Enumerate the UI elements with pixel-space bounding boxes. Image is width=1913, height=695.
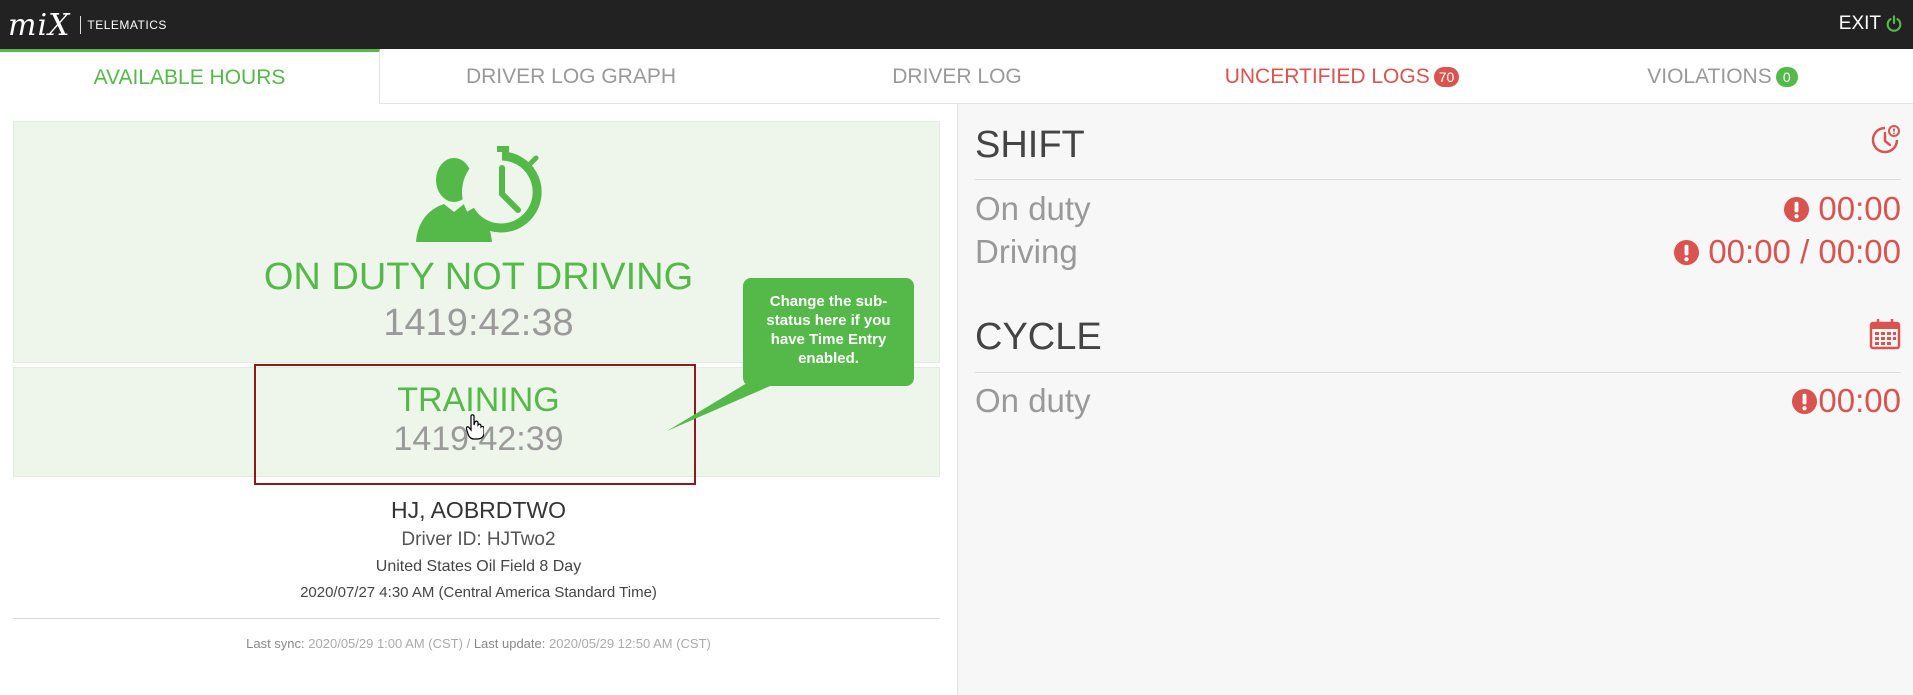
last-update-label: Last update: [473,636,546,651]
tab-driver-log[interactable]: DRIVER LOG [762,49,1152,104]
logo-separator [80,16,82,34]
last-sync-label: Last sync: [246,636,305,651]
exclamation-circle-icon [1674,239,1700,265]
exit-button[interactable]: EXIT [1839,13,1903,35]
uncertified-count-badge: 70 [1433,66,1460,87]
hours-summary-panel: SHIFT On duty 00:00 Driving 00:00 / 00:0… [957,104,1913,695]
shift-on-duty-value: 00:00 [1783,190,1901,228]
driver-ruleset: United States Oil Field 8 Day [375,558,582,575]
cycle-title: CYCLE [975,316,1102,358]
cycle-on-duty-value: 00:00 [1791,382,1901,420]
logo-text: TELEMATICS [87,18,167,32]
last-update-value: 2020/05/29 12:50 AM (CST) [549,636,711,651]
driver-datetime: 2020/07/27 4:30 AM (Central America Stan… [300,584,657,601]
mix-logo: miX TELEMATICS [8,7,167,43]
logo-mark: miX [8,7,71,43]
tab-violations[interactable]: VIOLATIONS 0 [1532,49,1913,104]
violations-count-badge: 0 [1775,66,1798,87]
shift-divider [975,179,1901,180]
sync-separator: / [466,636,471,651]
exit-label: EXIT [1838,13,1881,34]
divider [13,618,940,619]
cycle-on-duty-label: On duty [975,382,1091,419]
tab-bar: AVAILABLE HOURS DRIVER LOG GRAPH DRIVER … [0,49,1913,104]
last-sync-value: 2020/05/29 1:00 AM (CST) [308,636,463,651]
shift-driving-value: 00:00 / 00:00 [1673,233,1901,271]
sub-status-highlight-box [254,364,696,485]
driver-id: Driver ID: HJTwo2 [401,529,556,550]
tab-driver-log-graph[interactable]: DRIVER LOG GRAPH [380,49,762,104]
power-icon [1886,15,1902,32]
top-bar: miX TELEMATICS EXIT [0,0,1913,49]
exclamation-circle-icon [1792,388,1818,414]
shift-title: SHIFT [975,124,1085,166]
tooltip-callout: Change the sub-status here if you have T… [743,278,914,386]
callout-pointer [667,383,777,431]
tab-available-hours[interactable]: AVAILABLE HOURS [0,49,380,104]
sync-info: Last sync: 2020/05/29 1:00 AM (CST) / La… [0,636,957,651]
shift-on-duty-label: On duty [975,190,1091,227]
tab-label: VIOLATIONS [1647,64,1772,88]
tab-label: AVAILABLE HOURS [93,66,286,89]
person-clock-icon [416,146,542,242]
exclamation-circle-icon [1784,196,1810,222]
calendar-icon [1869,319,1901,350]
shift-driving-time: 00:00 / 00:00 [1708,233,1901,270]
tab-label: DRIVER LOG GRAPH [465,64,677,88]
shift-driving-label: Driving [975,233,1078,270]
shift-on-duty-time: 00:00 [1818,190,1901,227]
clock-alert-icon [1871,125,1900,154]
driver-name: HJ, AOBRDTWO [390,497,567,523]
cycle-on-duty-time: 00:00 [1818,382,1901,419]
tab-label: UNCERTIFIED LOGS [1224,64,1430,88]
tab-label: DRIVER LOG [892,64,1022,88]
tab-uncertified-logs[interactable]: UNCERTIFIED LOGS 70 [1152,49,1532,104]
cycle-divider [975,372,1901,373]
